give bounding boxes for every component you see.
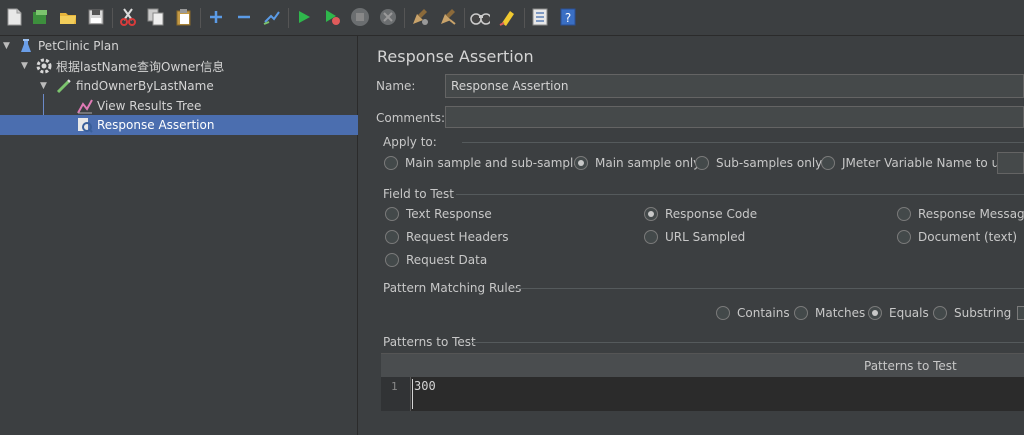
rule-equals-radio[interactable]: Equals — [868, 306, 929, 320]
search-icon[interactable] — [470, 7, 490, 27]
new-icon[interactable] — [4, 7, 24, 27]
listener-icon — [77, 98, 93, 114]
pattern-rules-label: Pattern Matching Rules — [383, 281, 522, 295]
cut-icon[interactable] — [118, 7, 138, 27]
name-label: Name: — [376, 79, 416, 93]
paste-icon[interactable] — [174, 7, 194, 27]
toolbar: ? — [0, 0, 1024, 36]
tree-item-response-assertion[interactable]: Response Assertion — [0, 115, 358, 135]
tree-item-test-plan[interactable]: PetClinic Plan — [18, 36, 119, 56]
text-caret — [412, 379, 413, 409]
save-icon[interactable] — [86, 7, 106, 27]
apply-main-only-radio[interactable]: Main sample only — [574, 156, 700, 170]
http-sampler-icon — [56, 78, 72, 94]
tree-item-label: 根据lastName查询Owner信息 — [56, 59, 225, 74]
jmeter-variable-input[interactable] — [997, 152, 1024, 174]
shutdown-icon[interactable] — [378, 7, 398, 27]
line-number: 1 — [391, 380, 398, 393]
assertion-panel: Response Assertion Name: Response Assert… — [366, 36, 1024, 435]
patterns-table-header: Patterns to Test — [381, 353, 1024, 377]
pattern-value: 300 — [414, 379, 436, 393]
apply-sub-only-radio[interactable]: Sub-samples only — [695, 156, 822, 170]
test-plan-icon — [18, 38, 34, 54]
tree-item-label: PetClinic Plan — [38, 39, 119, 53]
field-text-response-radio[interactable]: Text Response — [385, 207, 492, 221]
apply-jmeter-variable-radio[interactable]: JMeter Variable Name to use — [821, 156, 1013, 170]
field-request-headers-radio[interactable]: Request Headers — [385, 230, 509, 244]
collapse-arrow-icon[interactable]: ▼ — [40, 81, 47, 91]
patterns-editor[interactable]: 1 300 — [381, 377, 1024, 411]
copy-icon[interactable] — [146, 7, 166, 27]
help-icon[interactable]: ? — [558, 7, 578, 27]
collapse-arrow-icon[interactable]: ▼ — [3, 41, 10, 51]
reset-search-icon[interactable] — [498, 7, 518, 27]
field-response-code-radio[interactable]: Response Code — [644, 207, 757, 221]
test-plan-tree: ▼ PetClinic Plan ▼ 根据lastName查询Owner信息 ▼… — [0, 36, 358, 435]
collapse-arrow-icon[interactable]: ▼ — [21, 61, 28, 71]
toggle-icon[interactable] — [262, 7, 282, 27]
apply-main-and-sub-radio[interactable]: Main sample and sub-samples — [384, 156, 587, 170]
start-no-pauses-icon[interactable] — [322, 7, 342, 27]
rule-not-checkbox[interactable] — [1017, 306, 1024, 320]
tree-item-http-sampler[interactable]: findOwnerByLastName — [56, 76, 214, 96]
apply-to-label: Apply to: — [383, 135, 437, 149]
expand-icon[interactable] — [206, 7, 226, 27]
comments-label: Comments: — [376, 111, 446, 125]
svg-text:?: ? — [565, 11, 571, 25]
line-gutter: 1 — [381, 377, 411, 411]
name-field[interactable]: Response Assertion — [445, 74, 1024, 98]
clear-all-icon[interactable] — [438, 7, 458, 27]
panel-title: Response Assertion — [377, 47, 534, 66]
tree-item-label: Response Assertion — [97, 118, 215, 132]
rule-contains-radio[interactable]: Contains — [716, 306, 790, 320]
patterns-label: Patterns to Test — [383, 335, 476, 349]
field-url-sampled-radio[interactable]: URL Sampled — [644, 230, 745, 244]
column-header: Patterns to Test — [864, 359, 957, 373]
rule-matches-radio[interactable]: Matches — [794, 306, 865, 320]
rule-substring-radio[interactable]: Substring — [933, 306, 1011, 320]
field-request-data-radio[interactable]: Request Data — [385, 253, 487, 267]
open-icon[interactable] — [58, 7, 78, 27]
field-to-test-label: Field to Test — [383, 187, 455, 201]
collapse-icon[interactable] — [234, 7, 254, 27]
assertion-icon — [77, 117, 93, 133]
tree-item-thread-group[interactable]: 根据lastName查询Owner信息 — [36, 56, 224, 76]
comments-field[interactable] — [445, 106, 1024, 128]
tree-item-label: View Results Tree — [97, 99, 202, 113]
tree-item-label: findOwnerByLastName — [76, 79, 214, 93]
field-document-text-radio[interactable]: Document (text) — [897, 230, 1017, 244]
templates-icon[interactable] — [30, 7, 50, 27]
function-helper-icon[interactable] — [530, 7, 550, 27]
clear-icon[interactable] — [410, 7, 430, 27]
field-response-message-radio[interactable]: Response Message — [897, 207, 1024, 221]
thread-group-icon — [36, 58, 52, 74]
stop-icon[interactable] — [350, 7, 370, 27]
tree-item-view-results-tree[interactable]: View Results Tree — [77, 96, 201, 116]
start-icon[interactable] — [294, 7, 314, 27]
